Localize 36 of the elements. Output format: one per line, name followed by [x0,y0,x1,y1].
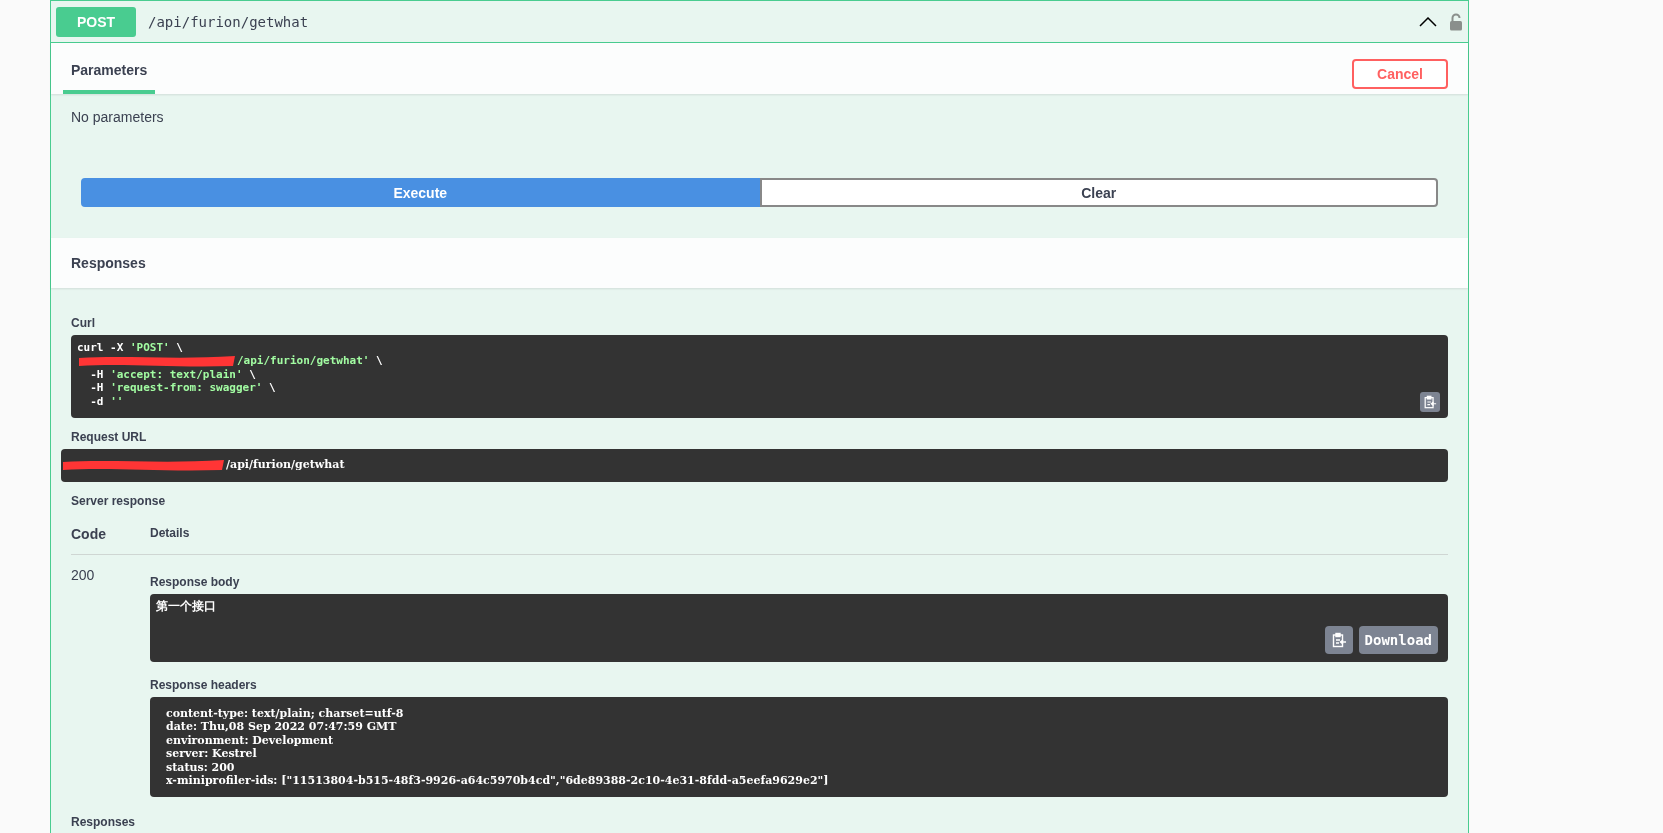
clear-button[interactable]: Clear [759,178,1438,207]
clipboard-icon [1423,395,1437,409]
header-line: content-type: text/plain; charset=utf-8 [166,707,404,721]
header-line: status: 200 [166,760,235,774]
method-badge: POST [56,6,136,37]
header-line: environment: Development [166,733,334,748]
no-parameters-text: No parameters [70,108,165,127]
server-response-label: Server response [71,494,167,508]
response-body-label: Response body [150,575,241,589]
code-line: /api/furion/getwhat' \ [237,354,383,368]
lock-icon[interactable] [1449,12,1463,31]
section-title: Responses [71,255,146,271]
curl-label: Curl [71,316,96,330]
copy-button[interactable] [1420,392,1440,412]
copy-button[interactable] [1324,626,1353,654]
code-line: -H 'accept: text/plain' \ [89,367,256,382]
code-line: -H 'request-from: swagger' \ [89,381,276,395]
download-button[interactable]: Download [1358,626,1438,654]
response-headers-label: Response headers [150,678,258,692]
chevron-icon[interactable] [1419,16,1437,27]
responses-heading: Responses [71,815,137,830]
code-line: -d '' [89,394,124,408]
response-body-text: 第一个接口 [156,599,216,613]
code-line: curl -X 'POST' \ [77,341,183,355]
column-header: Code [71,508,150,555]
request-url-label: Request URL [71,430,148,444]
header-line: date: Thu,08 Sep 2022 07:47:59 GMT [166,720,397,734]
header-line: x-miniprofiler-ids: ["11513804-b515-48f3-9926-a64c5970b4cd","6de89388-2c10-4e31-8fdd-a5eefa9629e2"] [166,773,829,788]
column-header: Details [150,508,1448,555]
clipboard-icon [1330,632,1347,648]
endpoint-path: /api/furion/getwhat [148,13,310,30]
operation-header[interactable]: POST /api/furion/getwhat [51,0,1468,43]
status-code: 200 [71,566,96,585]
request-url: /api/furion/getwhat [226,458,345,472]
header-line: server: Kestrel [166,747,257,761]
parameters-tab[interactable]: Parameters [63,62,156,94]
